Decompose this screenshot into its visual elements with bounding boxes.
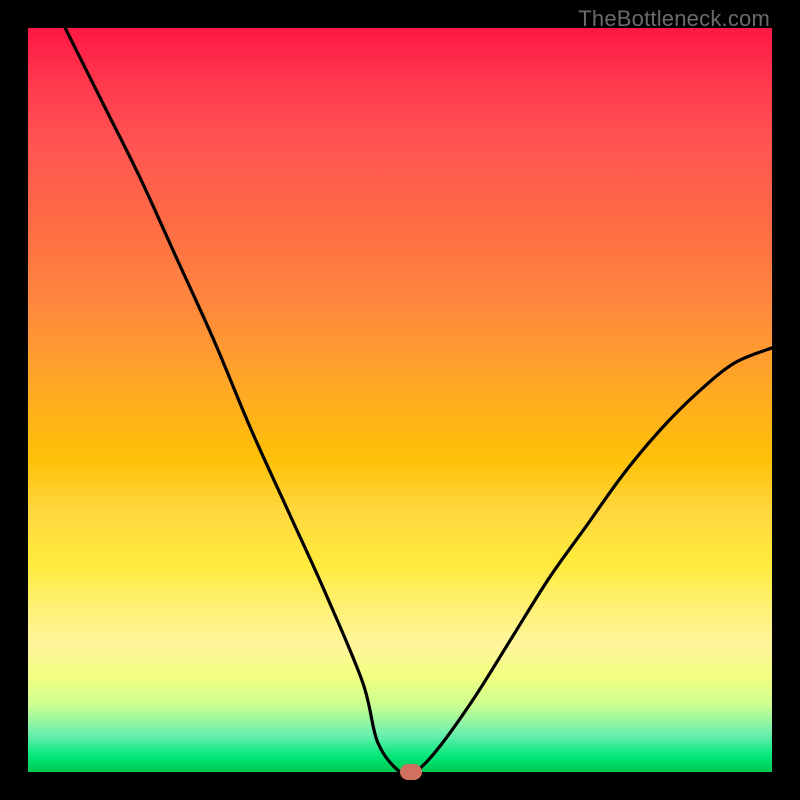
minimum-marker — [400, 764, 422, 780]
curve-svg — [28, 28, 772, 772]
chart-container: TheBottleneck.com — [0, 0, 800, 800]
plot-area — [28, 28, 772, 772]
bottleneck-curve-path — [65, 28, 772, 775]
